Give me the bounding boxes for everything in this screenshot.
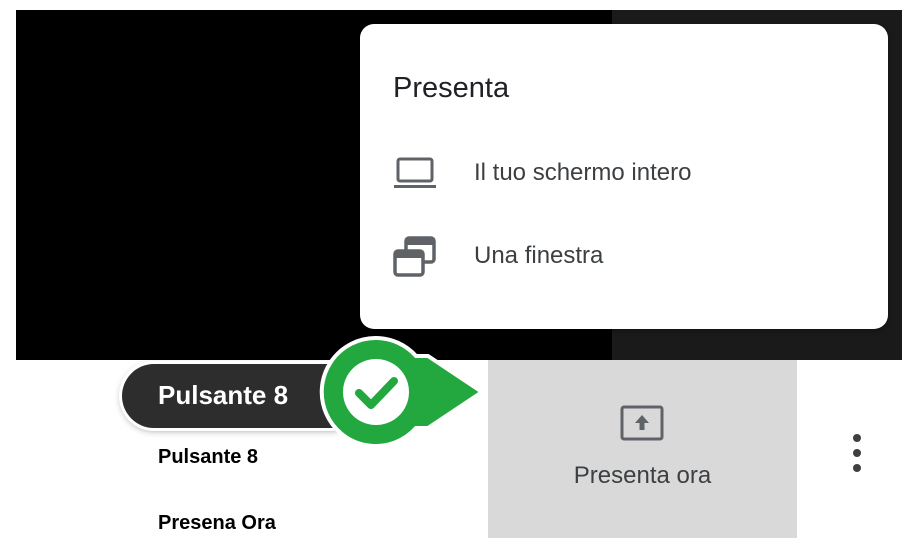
menu-item-entire-screen[interactable]: Il tuo schermo intero bbox=[360, 138, 888, 210]
more-options-button[interactable] bbox=[842, 428, 872, 478]
present-menu-title: Presenta bbox=[393, 72, 510, 104]
more-vert-icon-dot bbox=[853, 449, 861, 457]
check-icon bbox=[316, 332, 486, 457]
laptop-icon bbox=[391, 156, 441, 197]
more-vert-icon bbox=[853, 434, 861, 442]
annotation-callout-label: Pulsante 8 bbox=[158, 380, 289, 410]
more-vert-icon-dot bbox=[853, 464, 861, 472]
present-menu: Presenta Il tuo schermo intero Una fines… bbox=[360, 24, 888, 329]
menu-item-window[interactable]: Una finestra bbox=[360, 220, 888, 292]
annotation-caption-button: Pulsante 8 bbox=[158, 446, 259, 468]
present-now-label: Presenta ora bbox=[573, 462, 712, 489]
present-now-button[interactable]: Presenta ora bbox=[488, 360, 797, 538]
menu-item-window-label: Una finestra bbox=[474, 242, 604, 269]
present-to-all-icon bbox=[619, 404, 665, 447]
window-icon bbox=[391, 234, 439, 285]
annotation-caption-present: Presena Ora bbox=[158, 512, 276, 534]
menu-item-entire-screen-label: Il tuo schermo intero bbox=[474, 159, 692, 186]
